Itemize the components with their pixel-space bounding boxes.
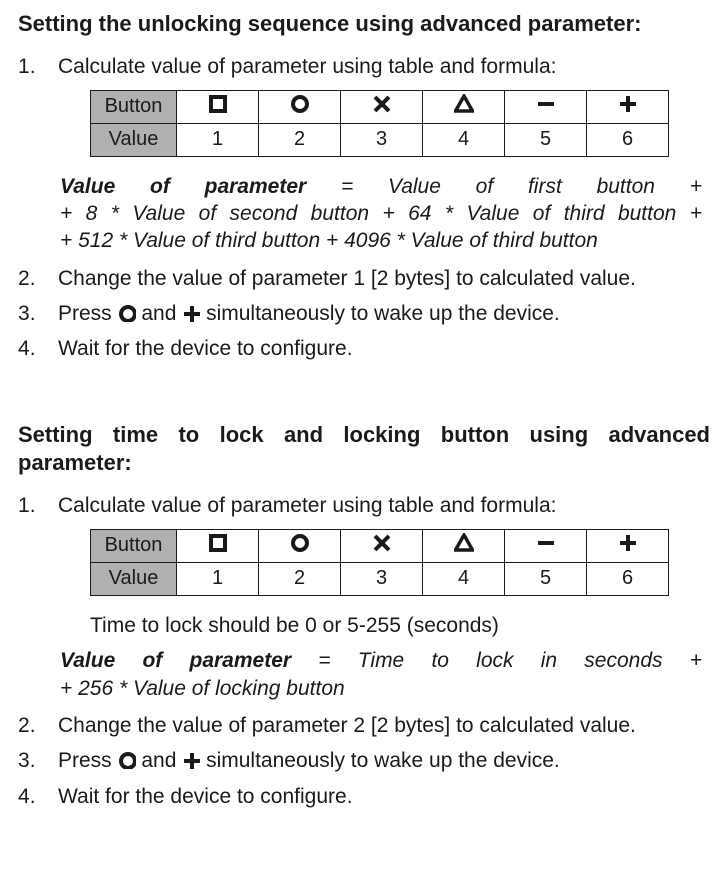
s1-table-value-label: Value: [91, 123, 177, 156]
s2-step2: Change the value of parameter 2 [2 bytes…: [18, 712, 710, 739]
s1-step3c: simultaneously to wake up the device.: [200, 302, 560, 325]
section2-steps: Calculate value of parameter using table…: [18, 492, 710, 519]
minus-icon: [505, 90, 587, 123]
section1-heading: Setting the unlocking sequence using adv…: [18, 10, 710, 39]
s1-formula-l3: + 512 * Value of third button + 4096 * V…: [60, 227, 702, 254]
s2-note: Time to lock should be 0 or 5-255 (secon…: [18, 612, 710, 639]
table-row: Button: [91, 530, 669, 563]
circle-icon: [259, 530, 341, 563]
plus-icon: [182, 751, 200, 769]
s1-value-5: 5: [505, 123, 587, 156]
s1-formula-l1: = Value of first button +: [306, 175, 702, 198]
s2-formula: Value of parameter = Time to lock in sec…: [18, 647, 710, 702]
s2-step3b: and: [136, 749, 183, 772]
section1-steps: Calculate value of parameter using table…: [18, 53, 710, 80]
s1-value-4: 4: [423, 123, 505, 156]
section1-steps-cont: Change the value of parameter 1 [2 bytes…: [18, 265, 710, 363]
s1-step3a: Press: [58, 302, 118, 325]
triangle-icon: [423, 530, 505, 563]
cross-icon: [341, 530, 423, 563]
s2-value-5: 5: [505, 563, 587, 596]
s2-step3a: Press: [58, 749, 118, 772]
s2-step1: Calculate value of parameter using table…: [18, 492, 710, 519]
s1-value-3: 3: [341, 123, 423, 156]
s2-table-button-label: Button: [91, 530, 177, 563]
s1-step3b: and: [136, 302, 183, 325]
table-row: Button: [91, 90, 669, 123]
s1-formula: Value of parameter = Value of first butt…: [18, 173, 710, 255]
circle-icon: [118, 751, 136, 769]
s2-table-wrap: Button Value 1 2 3 4 5 6: [18, 529, 710, 596]
s1-step3: Press and simultaneously to wake up the …: [18, 300, 710, 327]
s2-value-1: 1: [177, 563, 259, 596]
s2-step4: Wait for the device to configure.: [18, 783, 710, 810]
section2-heading-l1: Setting time to lock and locking button …: [18, 421, 710, 450]
section2-heading-l2: parameter:: [18, 449, 710, 478]
plus-icon: [587, 90, 669, 123]
table-row: Value 1 2 3 4 5 6: [91, 123, 669, 156]
section2-steps-cont: Change the value of parameter 2 [2 bytes…: [18, 712, 710, 810]
s2-value-6: 6: [587, 563, 669, 596]
s1-formula-l2: + 8 * Value of second button + 64 * Valu…: [60, 200, 702, 227]
circle-icon: [118, 304, 136, 322]
triangle-icon: [423, 90, 505, 123]
s1-value-2: 2: [259, 123, 341, 156]
s2-table-value-label: Value: [91, 563, 177, 596]
s1-table-button-label: Button: [91, 90, 177, 123]
s1-step1: Calculate value of parameter using table…: [18, 53, 710, 80]
s1-value-6: 6: [587, 123, 669, 156]
s1-step2: Change the value of parameter 1 [2 bytes…: [18, 265, 710, 292]
section2-heading: Setting time to lock and locking button …: [18, 421, 710, 478]
s1-formula-lead: Value of parameter: [60, 175, 306, 198]
plus-icon: [587, 530, 669, 563]
s2-value-4: 4: [423, 563, 505, 596]
s2-step3: Press and simultaneously to wake up the …: [18, 747, 710, 774]
s1-table-wrap: Button Value 1 2 3 4 5 6: [18, 90, 710, 157]
s2-table: Button Value 1 2 3 4 5 6: [90, 529, 669, 596]
s1-table: Button Value 1 2 3 4 5 6: [90, 90, 669, 157]
square-icon: [177, 90, 259, 123]
s2-step3c: simultaneously to wake up the device.: [200, 749, 560, 772]
s2-value-2: 2: [259, 563, 341, 596]
minus-icon: [505, 530, 587, 563]
square-icon: [177, 530, 259, 563]
circle-icon: [259, 90, 341, 123]
s2-formula-l1: = Time to lock in seconds +: [291, 649, 702, 672]
cross-icon: [341, 90, 423, 123]
s1-step4: Wait for the device to configure.: [18, 335, 710, 362]
s1-value-1: 1: [177, 123, 259, 156]
plus-icon: [182, 304, 200, 322]
s2-value-3: 3: [341, 563, 423, 596]
s2-formula-lead: Value of parameter: [60, 649, 291, 672]
table-row: Value 1 2 3 4 5 6: [91, 563, 669, 596]
s2-formula-l2: + 256 * Value of locking button: [60, 675, 702, 702]
